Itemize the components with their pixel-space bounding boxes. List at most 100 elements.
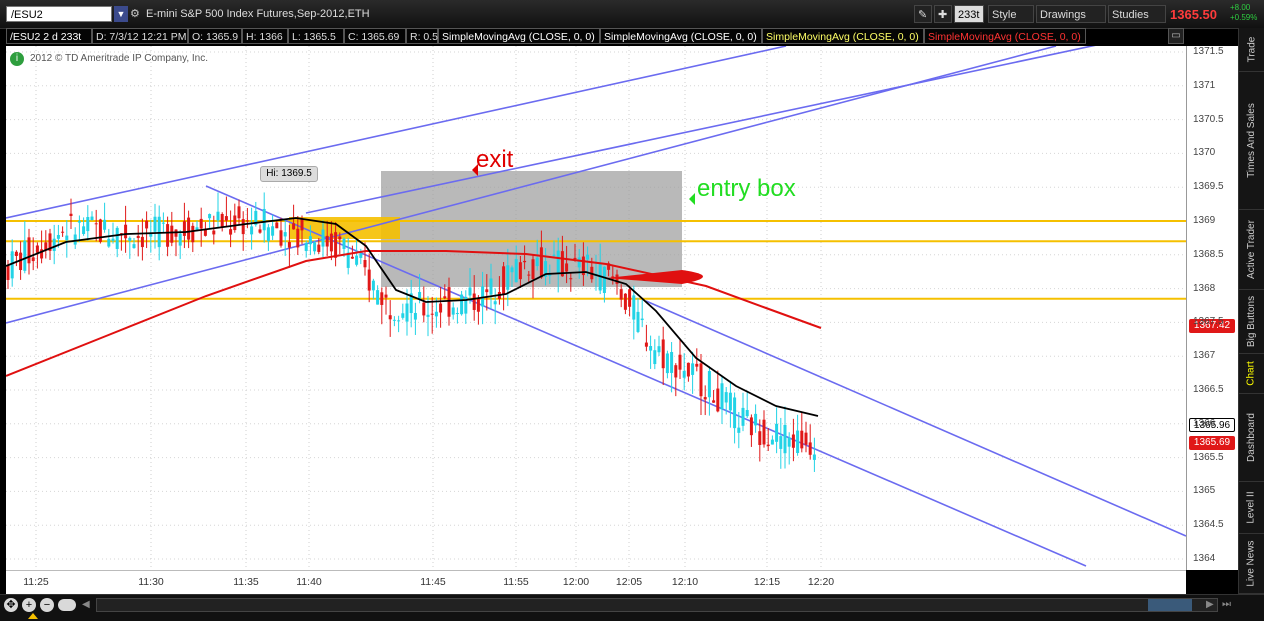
time-tick-label: 11:45 <box>420 576 446 588</box>
candle-body <box>443 296 447 299</box>
symbol-period: /ESU2 2 d 233t <box>6 28 92 44</box>
entry-box-label: entry box <box>697 175 796 202</box>
symbol-dropdown-button[interactable]: ▼ <box>114 6 128 22</box>
studies-button[interactable]: Studies <box>1108 5 1166 23</box>
candle-body <box>166 224 170 247</box>
sidebar-tab-big-buttons[interactable]: Big Buttons <box>1239 290 1264 354</box>
candle-body <box>644 342 648 347</box>
scroll-left-icon[interactable]: ◀ <box>82 598 94 612</box>
candle-body <box>304 243 308 252</box>
pan-icon[interactable]: ✥ <box>4 598 18 612</box>
candle-body <box>678 354 682 370</box>
sidebar-tab-active-trader[interactable]: Active Trader <box>1239 210 1264 290</box>
crosshair-icon[interactable]: ✚ <box>934 5 952 23</box>
candle-body <box>329 233 333 252</box>
candle-body <box>552 254 556 256</box>
candle-body <box>468 287 472 296</box>
candle-body <box>359 253 363 258</box>
candle-body <box>23 240 27 271</box>
candle-body <box>229 229 233 235</box>
candle-body <box>132 244 136 249</box>
price-tick-label: 1367.5 <box>1193 316 1224 328</box>
bottom-toolbar: ✥ + − ◀ ▶ ⏭ <box>0 594 1264 621</box>
candle-body <box>334 232 338 258</box>
sidebar-tab-times-and-sales[interactable]: Times And Sales <box>1239 72 1264 210</box>
time-tick-label: 12:20 <box>807 576 835 588</box>
zoom-out-icon[interactable]: − <box>40 598 54 612</box>
info-icon[interactable]: i <box>10 52 24 66</box>
candle-body <box>430 313 434 315</box>
candle-body <box>376 290 380 305</box>
study-label-1[interactable]: SimpleMovingAvg (CLOSE, 0, 0) <box>438 28 600 44</box>
drawing-tools-icon[interactable]: ✎ <box>914 5 932 23</box>
candle-body <box>401 313 405 318</box>
price-axis[interactable]: 1367.42 1365.96 1365.69 1371.5 1371 1370.5… <box>1186 46 1238 570</box>
sidebar-tab-level-ii[interactable]: Level II <box>1239 482 1264 534</box>
candle-body <box>439 303 443 313</box>
candle-body <box>212 230 216 235</box>
scroll-right-icon[interactable]: ▶ <box>1206 598 1218 612</box>
copyright-text: 2012 © TD Ameritrade IP Company, Inc. <box>30 53 209 64</box>
candle-body <box>94 223 98 225</box>
candle-body <box>6 264 10 280</box>
candle-body <box>531 259 535 280</box>
high-bubble: Hi: 1369.5 <box>260 166 318 182</box>
last-price: 1365.50 <box>1170 7 1217 22</box>
study-label-4[interactable]: SimpleMovingAvg (CLOSE, 0, 0) <box>924 28 1086 44</box>
sidebar-tab-live-news[interactable]: Live News <box>1239 534 1264 594</box>
candle-body <box>216 211 220 221</box>
last-price-tag: 1365.69 <box>1189 436 1235 450</box>
time-tick-label: 12:10 <box>671 576 699 588</box>
candle-body <box>52 238 56 252</box>
candle-body <box>758 431 762 445</box>
style-button[interactable]: Style <box>988 5 1034 23</box>
candle-body <box>787 437 791 447</box>
candle-body <box>292 223 296 230</box>
time-scrollbar[interactable] <box>96 598 1218 612</box>
zoom-in-icon[interactable]: + <box>22 598 36 612</box>
candle-body <box>35 245 39 253</box>
candle-body <box>460 294 464 315</box>
candle-body <box>535 257 539 267</box>
symbol-input[interactable]: /ESU2 <box>6 6 112 22</box>
sidebar-tab-trade[interactable]: Trade <box>1239 28 1264 72</box>
sidebar-tab-dashboard[interactable]: Dashboard <box>1239 394 1264 482</box>
candle-body <box>208 214 212 219</box>
candle-body <box>392 319 396 321</box>
aggregation-button[interactable]: 233t <box>954 5 984 23</box>
time-tick-label: 11:30 <box>138 576 164 588</box>
candle-body <box>661 339 665 369</box>
price-tick-label: 1369.5 <box>1193 181 1224 193</box>
maximize-icon[interactable]: ▭ <box>1168 28 1184 44</box>
candle-body <box>749 417 753 436</box>
study-label-3[interactable]: SimpleMovingAvg (CLOSE, 0, 0) <box>762 28 924 44</box>
sidebar-tab-label: Chart <box>1245 361 1257 386</box>
price-chart[interactable]: i 2012 © TD Ameritrade IP Company, Inc. … <box>6 46 1186 570</box>
time-axis[interactable]: 11:25 11:30 11:35 11:40 11:45 11:55 12:00 12:05… <box>6 570 1186 594</box>
candle-body <box>502 266 506 295</box>
candle-body <box>527 274 531 276</box>
candle-body <box>682 371 686 378</box>
candle-body <box>224 216 228 221</box>
candle-body <box>355 255 359 265</box>
gear-icon[interactable]: ⚙ <box>130 6 142 22</box>
zoom-reset-icon[interactable] <box>58 599 76 611</box>
candle-body <box>674 365 678 378</box>
price-change: +8.00 <box>1230 3 1251 12</box>
bar-close: C: 1365.69 <box>344 28 406 44</box>
candle-body <box>762 419 766 445</box>
sidebar-tab-chart[interactable]: Chart <box>1239 354 1264 394</box>
drawings-button[interactable]: Drawings <box>1036 5 1106 23</box>
time-tick-label: 11:25 <box>23 576 49 588</box>
candle-body <box>124 224 128 239</box>
scroll-end-icon[interactable]: ⏭ <box>1222 598 1234 612</box>
candle-body <box>338 236 342 240</box>
scrollbar-thumb[interactable] <box>1148 599 1192 611</box>
candle-body <box>31 257 35 262</box>
candle-body <box>653 350 657 365</box>
candle-body <box>187 217 191 240</box>
candle-body <box>665 353 669 374</box>
alert-triangle-icon <box>28 613 38 619</box>
study-label-2[interactable]: SimpleMovingAvg (CLOSE, 0, 0) <box>600 28 762 44</box>
candle-body <box>161 222 165 224</box>
